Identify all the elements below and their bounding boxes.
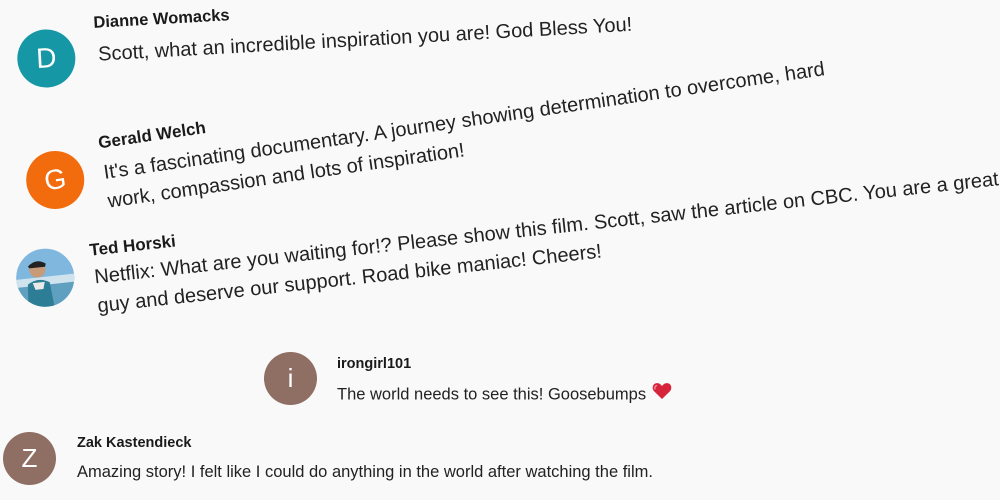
avatar-letter: i: [287, 363, 294, 393]
avatar[interactable]: D: [15, 27, 77, 90]
avatar-letter: G: [42, 162, 69, 197]
avatar-letter: Z: [21, 443, 38, 473]
comment-text-row: The world needs to see this! Goosebumps: [337, 382, 957, 408]
comment-text: Amazing story! I felt like I could do an…: [77, 463, 653, 481]
avatar[interactable]: i: [264, 352, 317, 405]
comment-author[interactable]: irongirl101: [337, 356, 411, 372]
avatar[interactable]: [13, 245, 78, 310]
comment-author[interactable]: Dianne Womacks: [93, 6, 230, 33]
avatar[interactable]: Z: [3, 432, 56, 485]
avatar-letter: D: [35, 41, 58, 75]
profile-photo-icon: [13, 245, 78, 310]
heart-icon: [652, 382, 672, 408]
comment-author[interactable]: Zak Kastendieck: [77, 435, 191, 451]
avatar[interactable]: G: [22, 147, 89, 213]
comment-text: The world needs to see this! Goosebumps: [337, 385, 647, 404]
